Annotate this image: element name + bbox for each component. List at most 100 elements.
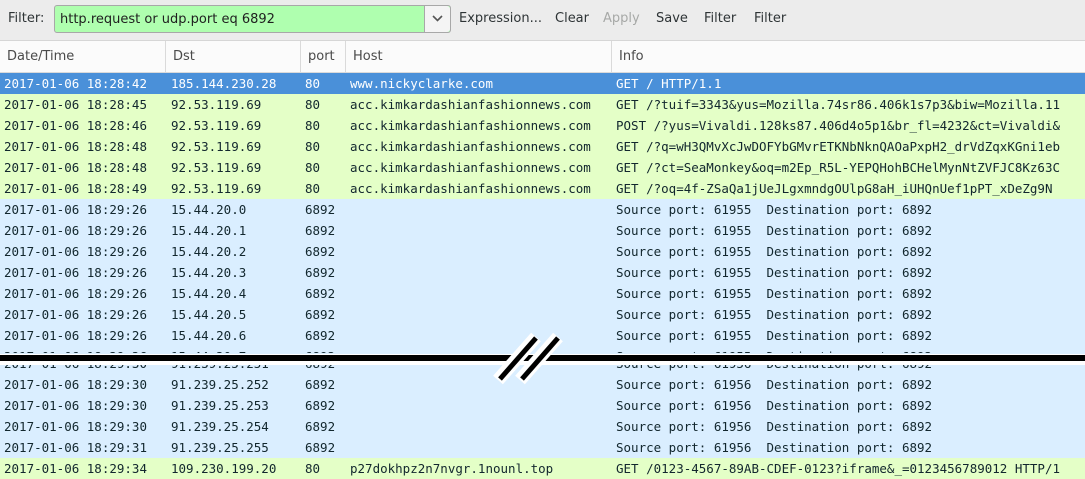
column-header-port[interactable]: port [301,41,346,72]
cell-datetime: 2017-01-06 18:29:26 [4,286,147,301]
table-row[interactable]: 2017-01-06 18:29:26 15.44.20.5 6892 Source … [0,304,1085,325]
table-row[interactable]: 2017-01-06 18:29:30 91.239.25.254 6892 Sour… [0,416,1085,437]
cell-port: 6892 [305,377,336,392]
cell-info: Source port: 61955 Destination port: 689… [616,265,933,280]
display-filter-input[interactable]: http.request or udp.port eq 6892 [54,5,451,33]
table-row[interactable]: 2017-01-06 18:29:30 91.239.25.251 6892 Sour… [0,353,1085,374]
cell-dst: 92.53.119.69 [171,97,262,112]
table-row[interactable]: 2017-01-06 18:29:26 15.44.20.3 6892 Source … [0,262,1085,283]
table-row[interactable]: 2017-01-06 18:28:48 92.53.119.69 80 acc.kim… [0,157,1085,178]
table-row[interactable]: 2017-01-06 18:29:26 15.44.20.2 6892 Source … [0,241,1085,262]
table-row[interactable]: 2017-01-06 18:28:45 92.53.119.69 80 acc.kim… [0,94,1085,115]
cell-port: 80 [305,160,321,175]
filter-history-dropdown[interactable] [424,6,450,32]
cell-datetime: 2017-01-06 18:28:49 [4,181,147,196]
cell-dst: 15.44.20.3 [171,265,247,280]
cell-dst: 15.44.20.2 [171,244,247,259]
cell-info: Source port: 61955 Destination port: 689… [616,307,933,322]
apply-button[interactable]: Apply [603,11,640,26]
column-header-host[interactable]: Host [346,41,612,72]
cell-port: 6892 [305,398,336,413]
cell-port: 6892 [305,356,336,371]
cell-host: acc.kimkardashianfashionnews.com [350,160,591,175]
table-row[interactable]: 2017-01-06 18:29:31 91.239.25.255 6892 Sour… [0,437,1085,458]
table-row[interactable]: 2017-01-06 18:29:34 109.230.199.20 80 p27do… [0,458,1085,479]
table-row[interactable]: 2017-01-06 18:28:48 92.53.119.69 80 acc.kim… [0,136,1085,157]
cell-datetime: 2017-01-06 18:29:34 [4,461,147,476]
cell-port: 80 [305,461,321,476]
cell-info: GET /?oq=4f-ZSaQa1jUeJLgxmndgOUlpG8aH_iU… [616,181,1053,196]
cell-datetime: 2017-01-06 18:29:26 [4,265,147,280]
table-row[interactable]: 2017-01-06 18:29:26 15.44.20.0 6892 Source … [0,199,1085,220]
cell-info: Source port: 61955 Destination port: 689… [616,202,933,217]
cell-port: 6892 [305,244,336,259]
filter-label: Filter: [8,11,45,26]
cell-host: p27dokhpz2n7nvgr.1nounl.top [350,461,554,476]
cell-datetime: 2017-01-06 18:29:30 [4,398,147,413]
column-header-dst[interactable]: Dst [166,41,301,72]
cell-port: 80 [305,181,321,196]
table-row-selected[interactable]: 2017-01-06 18:28:42 185.144.230.28 80 www.n… [0,73,1085,94]
cell-dst: 15.44.20.0 [171,202,247,217]
cell-datetime: 2017-01-06 18:29:26 [4,307,147,322]
cell-port: 80 [305,97,321,112]
cell-dst: 15.44.20.6 [171,328,247,343]
cell-host: acc.kimkardashianfashionnews.com [350,181,591,196]
table-row[interactable]: 2017-01-06 18:29:26 15.44.20.6 6892 Source … [0,325,1085,346]
cell-dst: 92.53.119.69 [171,118,262,133]
table-row[interactable]: 2017-01-06 18:29:26 15.44.20.4 6892 Source … [0,283,1085,304]
cell-host: acc.kimkardashianfashionnews.com [350,97,591,112]
clear-button[interactable]: Clear [555,11,589,26]
cell-info: GET / HTTP/1.1 [616,76,722,91]
filter-button-1[interactable]: Filter [704,11,736,26]
column-header-datetime[interactable]: Date/Time [0,41,166,72]
display-filter-value[interactable]: http.request or udp.port eq 6892 [60,12,275,27]
cell-dst: 109.230.199.20 [171,461,277,476]
table-row[interactable]: 2017-01-06 18:28:46 92.53.119.69 80 acc.kim… [0,115,1085,136]
cell-port: 6892 [305,307,336,322]
cell-info: Source port: 61956 Destination port: 689… [616,398,933,413]
cell-dst: 92.53.119.69 [171,181,262,196]
cell-datetime: 2017-01-06 18:28:42 [4,76,147,91]
cell-dst: 92.53.119.69 [171,160,262,175]
cell-dst: 15.44.20.5 [171,307,247,322]
cell-port: 6892 [305,440,336,455]
cell-dst: 91.239.25.252 [171,377,269,392]
cell-datetime: 2017-01-06 18:29:30 [4,356,147,371]
cell-dst: 91.239.25.255 [171,440,269,455]
cell-port: 6892 [305,286,336,301]
cell-info: GET /?q=wH3QMvXcJwDOFYbGMvrETKNbNknQAOaP… [616,139,1061,154]
cell-info: Source port: 61956 Destination port: 689… [616,377,933,392]
table-row[interactable]: 2017-01-06 18:29:30 91.239.25.253 6892 Sour… [0,395,1085,416]
cell-port: 6892 [305,265,336,280]
cell-datetime: 2017-01-06 18:29:30 [4,377,147,392]
cell-dst: 15.44.20.4 [171,286,247,301]
cell-host: www.nickyclarke.com [350,76,493,91]
cell-port: 6892 [305,223,336,238]
cell-host: acc.kimkardashianfashionnews.com [350,118,591,133]
cell-info: Source port: 61956 Destination port: 689… [616,440,933,455]
cell-info: Source port: 61955 Destination port: 689… [616,223,933,238]
cell-info: Source port: 61956 Destination port: 689… [616,419,933,434]
display-filter-toolbar: Filter: http.request or udp.port eq 6892… [0,0,1085,41]
filter-button-2[interactable]: Filter [754,11,786,26]
column-header-info[interactable]: Info [612,41,1085,72]
table-row[interactable]: 2017-01-06 18:28:49 92.53.119.69 80 acc.kim… [0,178,1085,199]
table-row[interactable]: 2017-01-06 18:29:30 91.239.25.252 6892 Sour… [0,374,1085,395]
cell-datetime: 2017-01-06 18:29:26 [4,223,147,238]
cell-datetime: 2017-01-06 18:29:30 [4,419,147,434]
cell-info: GET /?ct=SeaMonkey&oq=m2Ep_R5L-YEPQHohBC… [616,160,1061,175]
cell-datetime: 2017-01-06 18:28:48 [4,160,147,175]
cell-port: 6892 [305,419,336,434]
cell-host: acc.kimkardashianfashionnews.com [350,139,591,154]
cell-datetime: 2017-01-06 18:29:26 [4,328,147,343]
save-button[interactable]: Save [656,11,688,26]
cell-info: GET /?tuif=3343&yus=Mozilla.74sr86.406k1… [616,97,1061,112]
cell-dst: 91.239.25.254 [171,419,269,434]
expression-button[interactable]: Expression... [459,11,542,26]
cell-info: Source port: 61955 Destination port: 689… [616,328,933,343]
table-row[interactable]: 2017-01-06 18:29:26 15.44.20.1 6892 Source … [0,220,1085,241]
cell-port: 80 [305,118,321,133]
cell-info: Source port: 61955 Destination port: 689… [616,286,933,301]
cell-info: POST /?yus=Vivaldi.128ks87.406d4o5p1&br_… [616,118,1061,133]
